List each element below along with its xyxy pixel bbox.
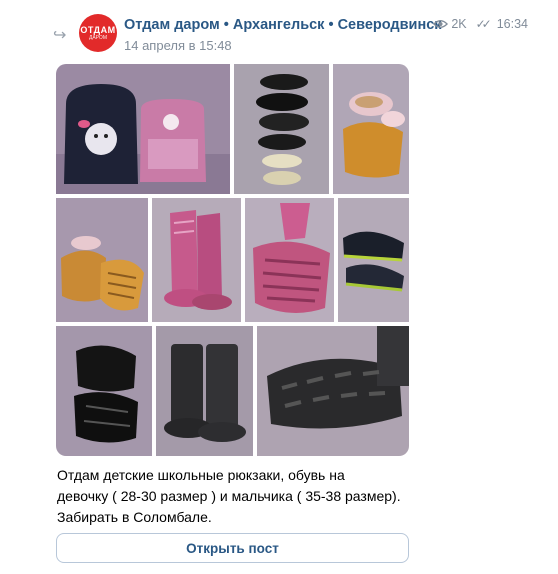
post-date[interactable]: 14 апреля в 15:48	[124, 38, 232, 53]
double-check-icon: ✓✓	[475, 17, 492, 31]
photo-pink-boots-sole[interactable]	[245, 198, 334, 322]
open-post-button[interactable]: Открыть пост	[56, 533, 409, 563]
avatar-logo-subtext: ДАРОМ	[88, 34, 107, 41]
photo-grid	[56, 64, 409, 456]
photo-black-rubber-boots[interactable]	[156, 326, 253, 456]
photo-rubber-boots-sole[interactable]	[257, 326, 409, 456]
post-text-line: Забирать в Соломбале.	[57, 509, 212, 525]
photo-orange-clogs[interactable]	[333, 64, 409, 194]
post-text: Отдам детские школьные рюкзаки, обувь на…	[57, 465, 477, 528]
eye-icon	[433, 20, 449, 28]
photo-orange-clogs-sole[interactable]	[56, 198, 148, 322]
post-meta: 2K ✓✓ 16:34	[433, 17, 528, 31]
views-count: 2K	[451, 17, 467, 31]
post-text-line: девочку ( 28-30 размер ) и мальчика ( 35…	[57, 488, 401, 504]
photo-backpacks[interactable]	[56, 64, 230, 194]
photo-black-sandals[interactable]	[56, 326, 152, 456]
avatar[interactable]: ОТДАМ ДАРОМ	[79, 14, 117, 52]
repost-icon: ↪	[53, 27, 67, 44]
avatar-logo-text: ОТДАМ	[80, 24, 116, 35]
photo-pink-boots[interactable]	[152, 198, 241, 322]
photo-black-shoes-stack[interactable]	[234, 64, 329, 194]
photo-sneakers[interactable]	[338, 198, 409, 322]
group-name-link[interactable]: Отдам даром • Архангельск • Северодвинск	[124, 17, 442, 33]
post-time: 16:34	[496, 17, 528, 31]
post-text-line: Отдам детские школьные рюкзаки, обувь на	[57, 467, 345, 483]
